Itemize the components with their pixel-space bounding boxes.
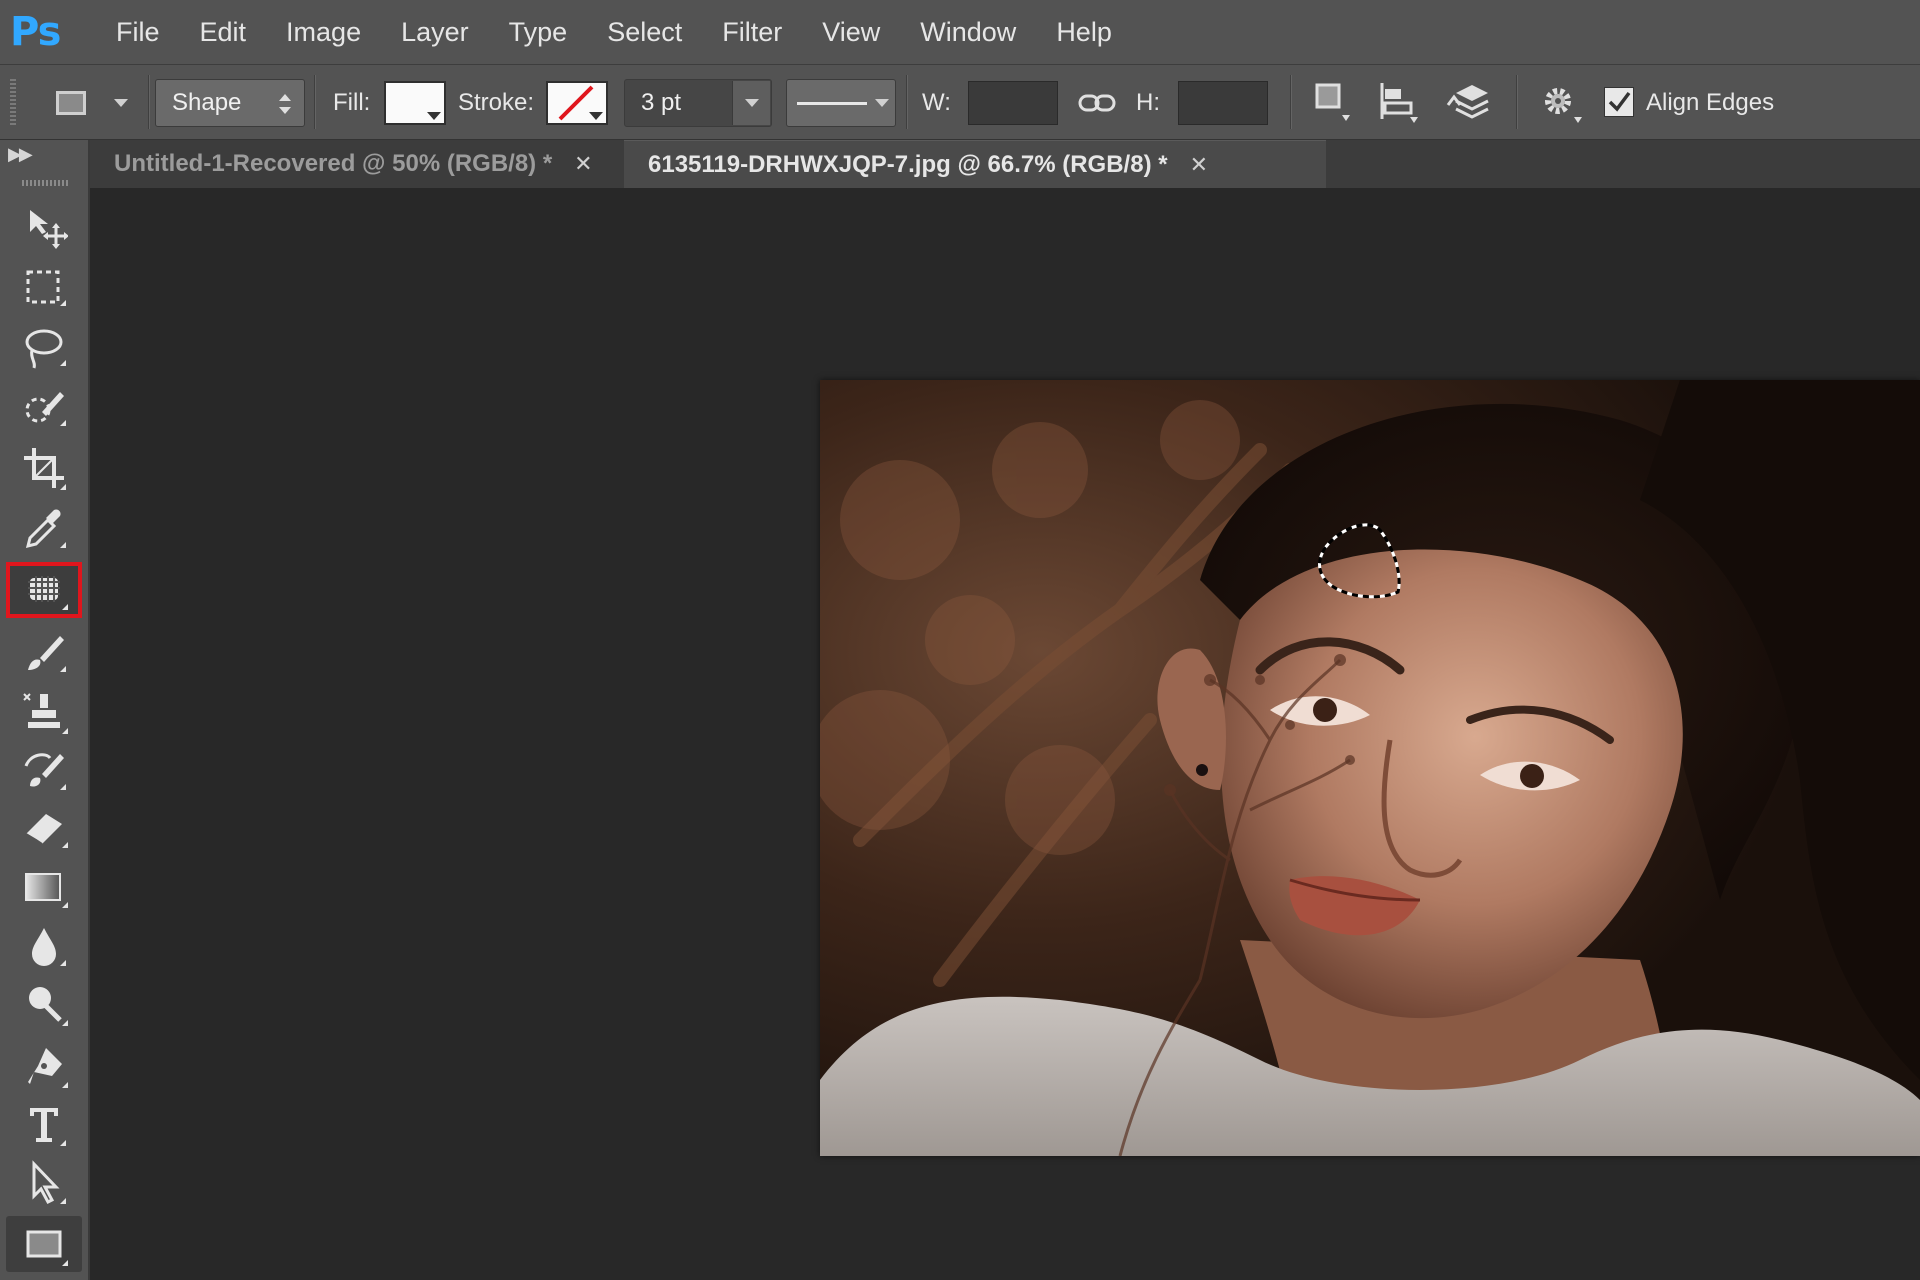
tools-panel-grip[interactable] bbox=[22, 180, 70, 186]
menu-window[interactable]: Window bbox=[900, 0, 1036, 64]
mode-dropdown-value: Shape bbox=[172, 89, 242, 116]
menu-bar: Ps File Edit Image Layer Type Select Fil… bbox=[0, 0, 1920, 64]
chevron-down-icon bbox=[589, 112, 603, 120]
stroke-width-dropdown-button[interactable] bbox=[732, 81, 770, 125]
menu-view[interactable]: View bbox=[802, 0, 900, 64]
patch-tool[interactable] bbox=[6, 562, 82, 618]
path-arrangement-icon[interactable] bbox=[1444, 79, 1494, 125]
tab-label: 6135119-DRHWXJQP-7.jpg @ 66.7% (RGB/8) * bbox=[648, 150, 1168, 178]
width-label: W: bbox=[922, 89, 951, 116]
menu-type[interactable]: Type bbox=[489, 0, 588, 64]
crop-tool[interactable] bbox=[6, 440, 82, 496]
blur-tool[interactable] bbox=[6, 918, 82, 974]
chevron-down-icon bbox=[744, 99, 759, 107]
blur-drop-icon bbox=[32, 928, 66, 966]
document-image[interactable] bbox=[820, 380, 1920, 1156]
gear-icon[interactable] bbox=[1538, 81, 1584, 127]
separator bbox=[314, 75, 316, 129]
chevron-down-icon bbox=[114, 99, 128, 107]
options-bar: Shape Fill: Stroke: 3 pt W: H: Align Edg… bbox=[0, 64, 1920, 140]
pen-tool[interactable] bbox=[6, 1038, 82, 1094]
tab-label: Untitled-1-Recovered @ 50% (RGB/8) * bbox=[114, 150, 553, 177]
tools-panel: ▶▶ bbox=[0, 140, 90, 1280]
close-icon[interactable]: ✕ bbox=[1190, 152, 1208, 178]
patch-icon bbox=[28, 576, 68, 610]
link-icon[interactable] bbox=[1078, 89, 1116, 117]
eraser-icon bbox=[25, 814, 68, 848]
brush-icon bbox=[28, 636, 66, 672]
width-input[interactable] bbox=[968, 81, 1058, 125]
eraser-tool[interactable] bbox=[6, 800, 82, 856]
menu-layer[interactable]: Layer bbox=[381, 0, 489, 64]
close-icon[interactable]: ✕ bbox=[574, 151, 592, 177]
marquee-icon bbox=[26, 270, 66, 306]
document-tab-photo[interactable]: 6135119-DRHWXJQP-7.jpg @ 66.7% (RGB/8) *… bbox=[624, 140, 1326, 188]
chevron-down-icon bbox=[427, 112, 441, 120]
lasso-icon bbox=[25, 329, 66, 369]
stroke-swatch[interactable] bbox=[546, 81, 608, 125]
clone-stamp-tool[interactable] bbox=[6, 684, 82, 740]
solid-line-icon bbox=[797, 101, 867, 105]
history-brush-icon bbox=[24, 753, 66, 790]
expand-panel-icon[interactable]: ▶▶ bbox=[8, 144, 33, 165]
dodge-icon bbox=[29, 987, 68, 1026]
move-tool[interactable] bbox=[6, 200, 82, 256]
path-selection-tool[interactable] bbox=[6, 1154, 82, 1210]
quick-selection-icon bbox=[25, 392, 66, 426]
document-tab-bar: Untitled-1-Recovered @ 50% (RGB/8) * ✕ 6… bbox=[90, 140, 1920, 188]
document-tab-untitled[interactable]: Untitled-1-Recovered @ 50% (RGB/8) * ✕ bbox=[90, 140, 620, 188]
menu-select[interactable]: Select bbox=[587, 0, 702, 64]
move-icon bbox=[30, 210, 68, 249]
fill-label: Fill: bbox=[333, 89, 371, 116]
pen-icon bbox=[28, 1048, 68, 1088]
rectangle-tool[interactable] bbox=[6, 1216, 82, 1272]
eyedropper-icon bbox=[25, 509, 66, 549]
type-tool[interactable] bbox=[6, 1096, 82, 1152]
menu-help[interactable]: Help bbox=[1036, 0, 1132, 64]
options-bar-grip[interactable] bbox=[10, 79, 16, 125]
path-selection-icon bbox=[32, 1160, 66, 1204]
up-down-arrows-icon bbox=[279, 94, 291, 114]
tool-preset-picker[interactable] bbox=[40, 77, 144, 129]
menu-edit[interactable]: Edit bbox=[180, 0, 267, 64]
height-input[interactable] bbox=[1178, 81, 1268, 125]
type-icon bbox=[30, 1108, 66, 1146]
brush-tool[interactable] bbox=[6, 624, 82, 680]
separator bbox=[1290, 75, 1292, 129]
rectangle-shape-icon bbox=[56, 91, 86, 115]
lasso-tool[interactable] bbox=[6, 320, 82, 376]
menu-filter[interactable]: Filter bbox=[702, 0, 802, 64]
clone-stamp-icon bbox=[23, 693, 68, 734]
mode-dropdown[interactable]: Shape bbox=[155, 79, 305, 127]
height-label: H: bbox=[1136, 89, 1160, 116]
photoshop-logo: Ps bbox=[10, 9, 61, 55]
rectangular-marquee-tool[interactable] bbox=[6, 260, 82, 316]
gradient-icon bbox=[25, 873, 68, 908]
separator bbox=[148, 75, 150, 129]
portrait-photo bbox=[820, 380, 1920, 1156]
stroke-label: Stroke: bbox=[458, 89, 535, 116]
fill-swatch[interactable] bbox=[384, 81, 446, 125]
chevron-down-icon bbox=[875, 99, 889, 107]
separator bbox=[1516, 75, 1518, 129]
rectangle-tool-icon bbox=[26, 1230, 68, 1266]
crop-icon bbox=[24, 448, 66, 490]
stroke-type-dropdown[interactable] bbox=[786, 79, 896, 127]
quick-selection-tool[interactable] bbox=[6, 380, 82, 436]
path-operations-icon[interactable] bbox=[1312, 81, 1352, 125]
separator bbox=[906, 75, 908, 129]
checkmark-icon bbox=[1608, 91, 1631, 112]
dodge-tool[interactable] bbox=[6, 976, 82, 1032]
gradient-tool[interactable] bbox=[6, 860, 82, 916]
eyedropper-tool[interactable] bbox=[6, 500, 82, 556]
history-brush-tool[interactable] bbox=[6, 742, 82, 798]
stroke-width-value: 3 pt bbox=[641, 89, 682, 116]
menu-file[interactable]: File bbox=[96, 0, 180, 64]
align-edges-checkbox[interactable] bbox=[1604, 87, 1634, 117]
align-edges-label: Align Edges bbox=[1646, 89, 1775, 116]
path-alignment-icon[interactable] bbox=[1376, 81, 1420, 125]
menu-image[interactable]: Image bbox=[266, 0, 381, 64]
